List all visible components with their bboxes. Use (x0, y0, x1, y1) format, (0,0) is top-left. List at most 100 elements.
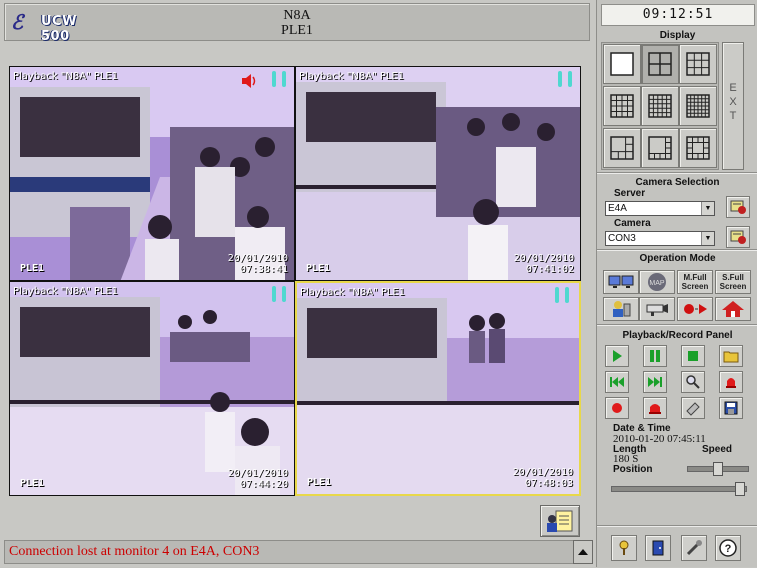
layout-3x3-icon (686, 52, 710, 76)
chevron-down-icon: ▼ (701, 202, 714, 215)
open-file-button[interactable] (719, 345, 743, 367)
record-play-icon (684, 304, 707, 314)
layout-1plus12-button[interactable] (679, 128, 717, 168)
title-line-2: PLE1 (281, 23, 313, 38)
alarm-record-button[interactable] (643, 397, 667, 419)
speaker-icon[interactable] (240, 72, 260, 90)
channel-indicator-icon (568, 71, 572, 87)
report-button[interactable] (540, 505, 580, 537)
record-button[interactable] (605, 397, 629, 419)
layout-2x2-icon (648, 52, 672, 76)
channel-indicator-icon (272, 286, 276, 302)
user-icon (613, 301, 631, 317)
save-button[interactable] (719, 397, 743, 419)
layout-1plus5-icon (610, 136, 634, 160)
speed-slider-thumb[interactable] (713, 462, 723, 476)
home-button[interactable] (715, 297, 751, 321)
video-tile-1[interactable]: Playback "N8A" PLE1 PLE1 20/01/2010 07:3… (9, 66, 295, 281)
camera-button[interactable] (639, 297, 675, 321)
alarm-icon (726, 378, 736, 388)
layout-1plus7-icon (648, 136, 672, 160)
channel-indicator-icon (272, 71, 276, 87)
position-label: Position (613, 464, 653, 475)
snapshot-button[interactable] (681, 397, 705, 419)
divider (597, 172, 757, 174)
snapshot-icon (686, 402, 700, 416)
layout-1x1-button[interactable] (603, 44, 641, 84)
tile-time: 07:38:41 (239, 264, 288, 275)
camera-config-button[interactable] (726, 226, 750, 248)
layout-3x3-button[interactable] (679, 44, 717, 84)
zoom-button[interactable] (681, 371, 705, 393)
stop-button[interactable] (681, 345, 705, 367)
position-slider-track[interactable] (611, 486, 747, 492)
divider (597, 249, 757, 251)
tile-time: 07:41:02 (525, 264, 574, 275)
record-play-mode-button[interactable] (677, 297, 713, 321)
monitors-icon (608, 275, 634, 288)
fast-forward-button[interactable] (643, 371, 667, 393)
app-window: ℰ UCW 500 N8A PLE1 Playback "N8A" PLE1 P… (0, 0, 757, 567)
tile-camera-name: PLE1 (20, 263, 45, 274)
settings-tools-button[interactable] (681, 535, 707, 561)
layout-6x6-icon (686, 94, 710, 118)
layout-6x6-button[interactable] (679, 86, 717, 126)
rewind-button[interactable] (605, 371, 629, 393)
key-button[interactable] (611, 535, 637, 561)
help-button[interactable]: ? (715, 535, 741, 561)
layout-4x4-icon (610, 94, 634, 118)
server-config-icon (730, 200, 746, 214)
svg-text:?: ? (725, 543, 732, 555)
camera-selection-title: Camera Selection (635, 177, 720, 188)
title-line-1: N8A (283, 8, 311, 23)
layout-2x2-button[interactable] (641, 44, 679, 84)
help-icon: ? (719, 539, 737, 557)
server-select-value: E4A (608, 203, 627, 214)
exit-door-button[interactable] (645, 535, 671, 561)
key-icon (619, 540, 629, 555)
tile-timestamp: 20/01/2010 07:44:20 (228, 468, 288, 490)
user-button[interactable] (603, 297, 639, 321)
camera-select[interactable]: CON3 ▼ (605, 231, 715, 246)
map-button[interactable]: MAP (639, 270, 675, 294)
folder-icon (723, 351, 739, 363)
record-icon (612, 403, 622, 413)
channel-indicator-icon (555, 287, 559, 303)
tile-time: 07:48:03 (524, 478, 573, 489)
server-select[interactable]: E4A ▼ (605, 201, 715, 216)
tile-label: Playback "N8A" PLE1 (299, 71, 405, 82)
alarm-button[interactable] (719, 371, 743, 393)
multi-monitor-button[interactable] (603, 270, 639, 294)
cctv-camera-icon (646, 304, 668, 316)
report-icon (547, 510, 573, 532)
status-scroll-up-button[interactable] (573, 540, 593, 564)
fast-forward-icon (648, 377, 662, 387)
m-full-screen-button[interactable]: M.Full Screen (677, 270, 713, 294)
door-icon (652, 540, 664, 556)
video-grid: Playback "N8A" PLE1 PLE1 20/01/2010 07:3… (9, 66, 581, 496)
status-message: Connection lost at monitor 4 on E4A, CON… (9, 544, 260, 559)
layout-4x4-button[interactable] (603, 86, 641, 126)
video-tile-2[interactable]: Playback "N8A" PLE1 PLE1 20/01/2010 07:4… (295, 66, 581, 281)
s-full-screen-button[interactable]: S.Full Screen (715, 270, 751, 294)
layout-5x5-button[interactable] (641, 86, 679, 126)
video-tile-3[interactable]: Playback "N8A" PLE1 PLE1 20/01/2010 07:4… (9, 281, 295, 496)
speed-label: Speed (702, 444, 733, 455)
channel-indicator-icon (282, 286, 286, 302)
home-icon (722, 301, 744, 317)
zoom-icon (686, 375, 700, 389)
play-button[interactable] (605, 345, 629, 367)
layout-1plus5-button[interactable] (603, 128, 641, 168)
position-slider-thumb[interactable] (735, 482, 745, 496)
playback-record-title: Playback/Record Panel (622, 330, 733, 341)
page-title: N8A PLE1 (5, 8, 589, 38)
tile-timestamp: 20/01/2010 07:38:41 (228, 253, 288, 275)
ext-button[interactable]: E X T (722, 42, 744, 170)
tile-camera-name: PLE1 (307, 477, 332, 488)
video-tile-4[interactable]: Playback "N8A" PLE1 PLE1 20/01/2010 07:4… (295, 281, 581, 496)
server-config-button[interactable] (726, 196, 750, 218)
layout-1plus7-button[interactable] (641, 128, 679, 168)
layout-5x5-icon (648, 94, 672, 118)
pause-button[interactable] (643, 345, 667, 367)
divider (597, 324, 757, 326)
